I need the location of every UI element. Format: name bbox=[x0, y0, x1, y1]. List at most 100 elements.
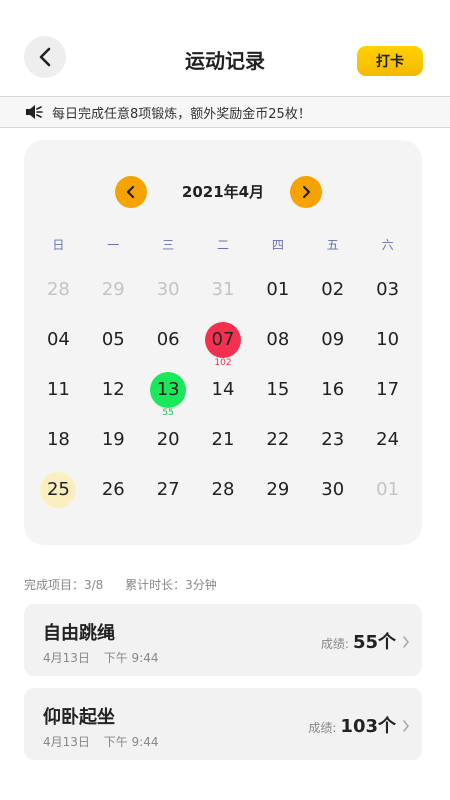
score-label: 成绩: bbox=[308, 721, 337, 735]
calendar-day[interactable]: 24 bbox=[360, 416, 415, 466]
notice-bar: 每日完成任意8项锻炼，额外奖励金币25枚！ bbox=[0, 96, 450, 128]
record-score: 成绩: 103个 bbox=[308, 712, 410, 738]
day-number: 06 bbox=[156, 329, 180, 350]
record-datetime: 4月13日 下午 9:44 bbox=[43, 733, 169, 750]
calendar-day[interactable]: 12 bbox=[86, 366, 141, 416]
calendar-day[interactable]: 06 bbox=[141, 316, 196, 366]
month-label: 2021年4月 bbox=[181, 183, 265, 201]
total-duration: 累计时长：3分钟 bbox=[125, 578, 217, 592]
day-number: 07 bbox=[211, 329, 235, 350]
calendar-day[interactable]: 03 bbox=[360, 266, 415, 316]
calendar-day[interactable]: 29 bbox=[86, 266, 141, 316]
day-number: 22 bbox=[266, 429, 290, 450]
calendar-week-row: 11 12 13 55 14 15 16 17 bbox=[31, 366, 415, 418]
calendar-day[interactable]: 19 bbox=[86, 416, 141, 466]
calendar-day[interactable]: 16 bbox=[305, 366, 360, 416]
calendar-day[interactable]: 04 bbox=[31, 316, 86, 366]
speaker-icon bbox=[24, 102, 44, 122]
day-number: 30 bbox=[156, 279, 180, 300]
calendar-day[interactable]: 15 bbox=[250, 366, 305, 416]
weekday-label: 六 bbox=[381, 238, 394, 252]
day-number: 16 bbox=[321, 379, 345, 400]
calendar-day[interactable]: 18 bbox=[31, 416, 86, 466]
record-name: 仰卧起坐 bbox=[43, 707, 115, 728]
day-number: 13 bbox=[156, 379, 180, 400]
day-number: 12 bbox=[101, 379, 125, 400]
calendar-day[interactable]: 22 bbox=[250, 416, 305, 466]
record-date: 4月13日 bbox=[43, 651, 90, 665]
record-item[interactable]: 仰卧起坐 4月13日 下午 9:44 成绩: 103个 bbox=[24, 688, 422, 760]
calendar-day[interactable]: 07 102 bbox=[196, 316, 251, 368]
calendar-nav: 2021年4月 bbox=[24, 176, 422, 208]
day-number: 27 bbox=[156, 479, 180, 500]
calendar-day[interactable]: 26 bbox=[86, 466, 141, 516]
day-number: 28 bbox=[211, 479, 235, 500]
weekday-label: 三 bbox=[162, 238, 175, 252]
score-label: 成绩: bbox=[320, 637, 349, 651]
day-number: 29 bbox=[101, 279, 125, 300]
calendar-day[interactable]: 31 bbox=[196, 266, 251, 316]
day-number: 20 bbox=[156, 429, 180, 450]
day-number: 25 bbox=[46, 479, 70, 500]
weekday-label: 一 bbox=[107, 238, 120, 252]
day-number: 05 bbox=[101, 329, 125, 350]
record-item[interactable]: 自由跳绳 4月13日 下午 9:44 成绩: 55个 bbox=[24, 604, 422, 676]
calendar-day[interactable]: 14 bbox=[196, 366, 251, 416]
day-number: 08 bbox=[266, 329, 290, 350]
day-number: 10 bbox=[376, 329, 400, 350]
calendar-day[interactable]: 28 bbox=[31, 266, 86, 316]
record-time: 下午 9:44 bbox=[103, 651, 159, 665]
day-number: 26 bbox=[101, 479, 125, 500]
day-number: 02 bbox=[321, 279, 345, 300]
record-time: 下午 9:44 bbox=[103, 735, 159, 749]
chevron-right-icon bbox=[402, 633, 410, 651]
day-number: 23 bbox=[321, 429, 345, 450]
chevron-right-icon bbox=[402, 717, 410, 735]
day-number: 11 bbox=[46, 379, 70, 400]
calendar-day[interactable]: 17 bbox=[360, 366, 415, 416]
calendar-day[interactable]: 13 55 bbox=[141, 366, 196, 418]
calendar-week-row: 18 19 20 21 22 23 24 bbox=[31, 416, 415, 466]
record-date: 4月13日 bbox=[43, 735, 90, 749]
calendar-week-row: 04 05 06 07 102 08 09 10 bbox=[31, 316, 415, 368]
calendar-week-row: 25 26 27 28 29 30 01 bbox=[31, 466, 415, 516]
day-number: 28 bbox=[46, 279, 70, 300]
calendar-day[interactable]: 09 bbox=[305, 316, 360, 366]
calendar-day[interactable]: 05 bbox=[86, 316, 141, 366]
calendar-day[interactable]: 30 bbox=[141, 266, 196, 316]
calendar-day[interactable]: 20 bbox=[141, 416, 196, 466]
weekday-label: 五 bbox=[326, 238, 339, 252]
calendar-day[interactable]: 11 bbox=[31, 366, 86, 416]
record-score: 成绩: 55个 bbox=[321, 628, 410, 654]
day-number: 09 bbox=[321, 329, 345, 350]
chevron-right-icon bbox=[302, 185, 311, 199]
day-number: 21 bbox=[211, 429, 235, 450]
day-number: 19 bbox=[101, 429, 125, 450]
next-month-button[interactable] bbox=[290, 176, 322, 208]
day-number: 30 bbox=[321, 479, 345, 500]
calendar-day[interactable]: 23 bbox=[305, 416, 360, 466]
calendar-day[interactable]: 10 bbox=[360, 316, 415, 366]
calendar-day[interactable]: 25 bbox=[31, 466, 86, 516]
calendar-grid: 28 29 30 31 01 02 03 04 05 06 07 102 08 09 10 11 12 13 55 1… bbox=[31, 266, 415, 516]
calendar-day[interactable]: 27 bbox=[141, 466, 196, 516]
calendar-day[interactable]: 30 bbox=[305, 466, 360, 516]
record-name: 自由跳绳 bbox=[43, 623, 115, 644]
calendar-day[interactable]: 08 bbox=[250, 316, 305, 366]
calendar-day[interactable]: 01 bbox=[250, 266, 305, 316]
header: 运动记录 打卡 bbox=[0, 0, 450, 96]
calendar-day[interactable]: 28 bbox=[196, 466, 251, 516]
day-number: 18 bbox=[46, 429, 70, 450]
calendar-day[interactable]: 02 bbox=[305, 266, 360, 316]
weekday-header: 日一三二四五六 bbox=[31, 236, 415, 253]
day-number: 04 bbox=[46, 329, 70, 350]
calendar-day[interactable]: 21 bbox=[196, 416, 251, 466]
checkin-button[interactable]: 打卡 bbox=[357, 46, 423, 76]
day-number: 14 bbox=[211, 379, 235, 400]
calendar-day[interactable]: 29 bbox=[250, 466, 305, 516]
day-number: 17 bbox=[376, 379, 400, 400]
weekday-label: 日 bbox=[52, 238, 65, 252]
weekday-label: 二 bbox=[217, 238, 230, 252]
calendar-day[interactable]: 01 bbox=[360, 466, 415, 516]
notice-text: 每日完成任意8项锻炼，额外奖励金币25枚！ bbox=[52, 106, 311, 122]
